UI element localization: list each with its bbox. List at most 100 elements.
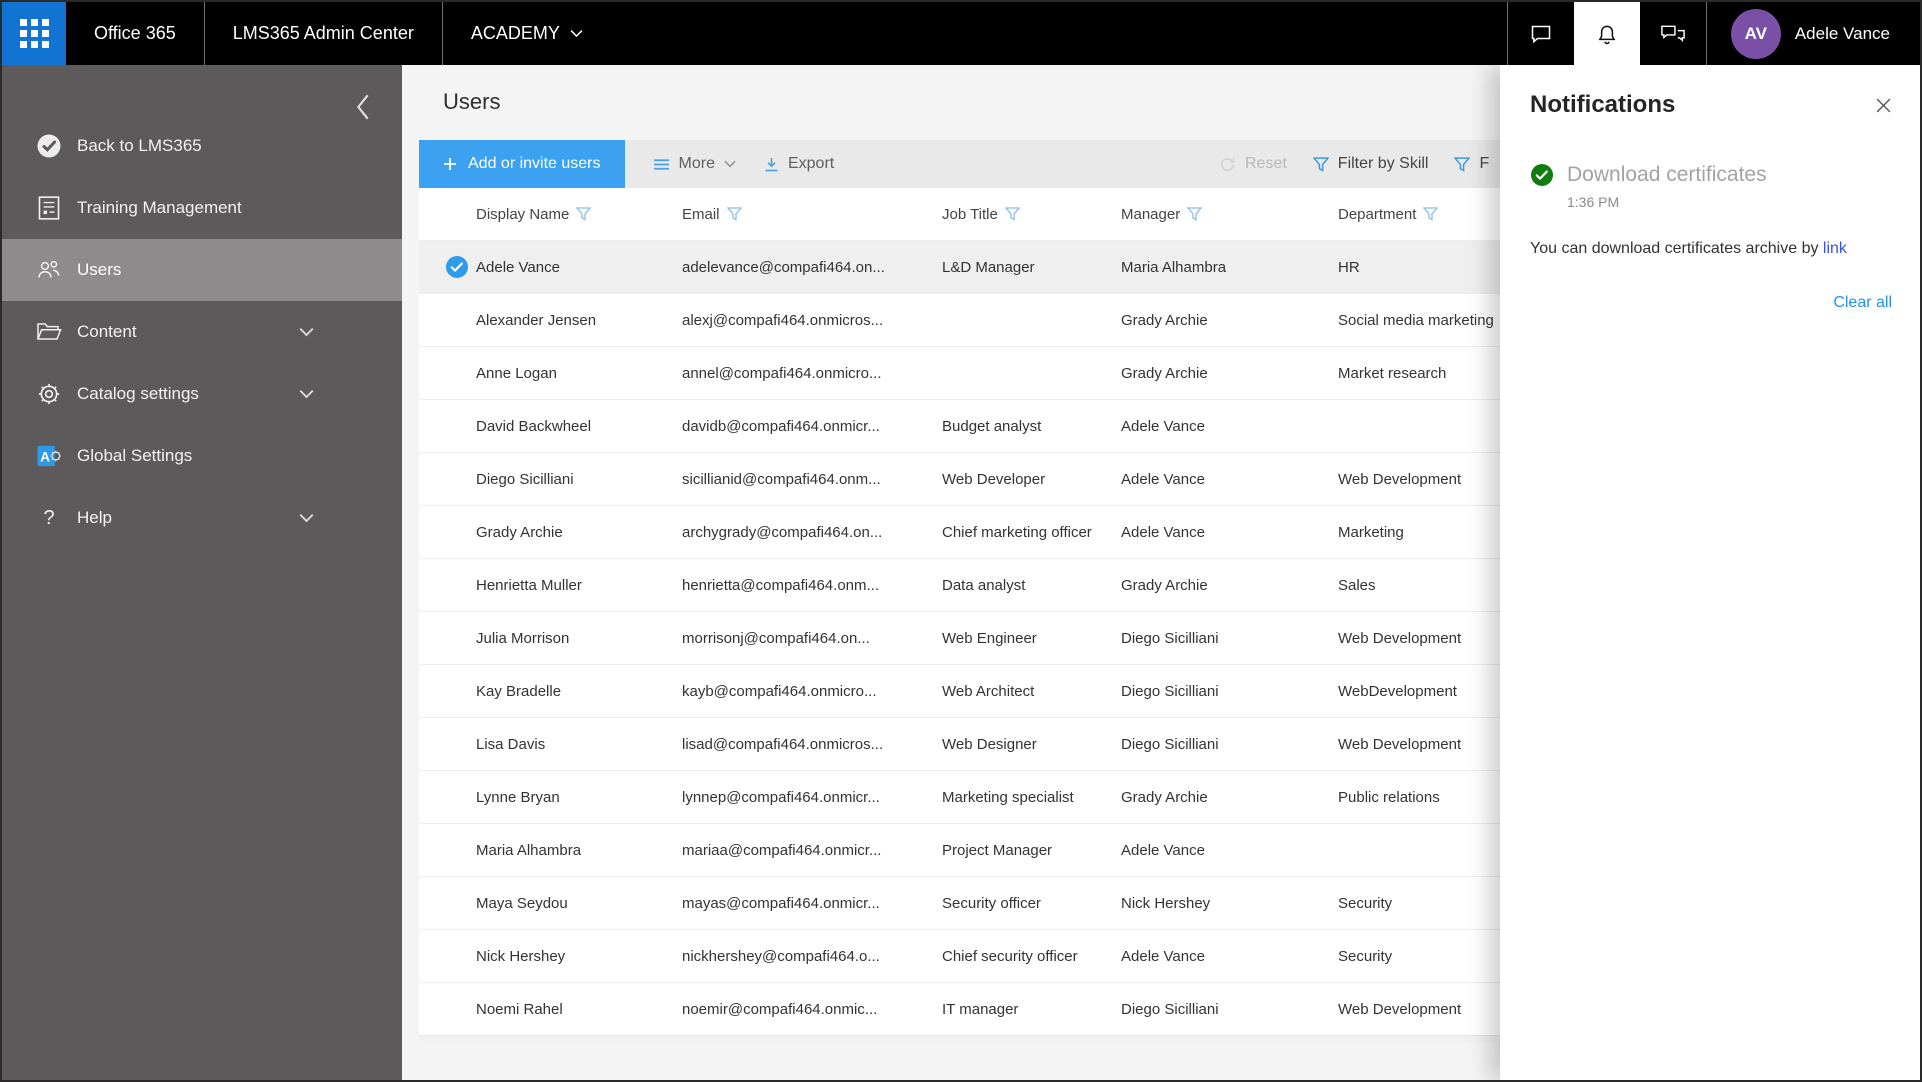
funnel-icon[interactable] [727, 207, 742, 221]
cell-email: henrietta@compafi464.onm... [682, 577, 942, 594]
funnel-icon [1454, 157, 1470, 172]
cell-email: noemir@compafi464.onmic... [682, 1001, 942, 1018]
sidebar-item-catalog-settings[interactable]: Catalog settings [2, 363, 402, 425]
cell-name: Adele Vance [476, 259, 682, 276]
cell-name: Nick Hershey [476, 948, 682, 965]
sidebar: Back to LMS365 Training Management Users Co… [2, 65, 402, 1080]
cell-manager: Diego Sicilliani [1121, 630, 1338, 647]
cell-manager: Nick Hershey [1121, 895, 1338, 912]
cell-email: mariaa@compafi464.onmicr... [682, 842, 942, 859]
cell-manager: Adele Vance [1121, 842, 1338, 859]
topbar-divider [1706, 2, 1707, 65]
add-or-invite-users-button[interactable]: Add or invite users [419, 140, 625, 188]
close-button[interactable] [1875, 97, 1892, 114]
cell-job: Data analyst [942, 577, 1121, 594]
cell-manager: Diego Sicilliani [1121, 736, 1338, 753]
sidebar-item-content[interactable]: Content [2, 301, 402, 363]
selected-check-icon [419, 255, 476, 279]
cell-manager: Diego Sicilliani [1121, 1001, 1338, 1018]
toolbar-right-group: Reset Filter by Skill F [1219, 140, 1489, 188]
user-avatar[interactable]: AV [1731, 9, 1781, 59]
chevron-down-icon[interactable] [299, 327, 314, 337]
column-header-email[interactable]: Email [682, 206, 942, 223]
notification-message: You can download certificates archive by… [1530, 240, 1892, 258]
download-icon [764, 157, 779, 172]
cell-email: mayas@compafi464.onmicr... [682, 895, 942, 912]
lms365-logo-icon [35, 132, 63, 160]
suite-top-bar: Office 365 LMS365 Admin Center ACADEMY A… [2, 2, 1920, 65]
cell-name: Julia Morrison [476, 630, 682, 647]
cell-name: Anne Logan [476, 365, 682, 382]
chevron-down-icon[interactable] [299, 389, 314, 399]
cell-manager: Adele Vance [1121, 948, 1338, 965]
cell-email: annel@compafi464.onmicro... [682, 365, 942, 382]
sidebar-item-label: Help [77, 508, 112, 528]
cell-name: Maya Seydou [476, 895, 682, 912]
cell-job: Marketing specialist [942, 789, 1121, 806]
notification-item: Download certificates 1:36 PM [1530, 163, 1892, 210]
chevron-down-icon[interactable] [299, 513, 314, 523]
environment-label: ACADEMY [471, 23, 560, 44]
more-button[interactable]: More [653, 155, 736, 173]
funnel-icon[interactable] [1187, 207, 1202, 221]
funnel-icon[interactable] [576, 207, 591, 221]
funnel-icon[interactable] [1005, 207, 1020, 221]
cell-manager: Grady Archie [1121, 577, 1338, 594]
column-header-manager[interactable]: Manager [1121, 206, 1338, 223]
gear-icon [35, 380, 63, 408]
notifications-button[interactable] [1574, 2, 1640, 68]
cell-email: lisad@compafi464.onmicros... [682, 736, 942, 753]
cell-email: sicillianid@compafi464.onm... [682, 471, 942, 488]
sidebar-item-help[interactable]: ? Help [2, 487, 402, 549]
cell-manager: Grady Archie [1121, 312, 1338, 329]
refresh-icon [1219, 156, 1236, 173]
sidebar-item-training-management[interactable]: Training Management [2, 177, 402, 239]
sidebar-item-users[interactable]: Users [2, 239, 402, 301]
export-button[interactable]: Export [764, 155, 834, 173]
cell-job: Security officer [942, 895, 1121, 912]
cell-email: adelevance@compafi464.on... [682, 259, 942, 276]
user-name[interactable]: Adele Vance [1795, 2, 1920, 65]
admin-center-link[interactable]: LMS365 Admin Center [205, 2, 442, 65]
clear-all-button[interactable]: Clear all [1833, 294, 1892, 311]
reset-button[interactable]: Reset [1219, 155, 1287, 173]
cell-name: Grady Archie [476, 524, 682, 541]
cell-job: Budget analyst [942, 418, 1121, 435]
app-launcher-button[interactable] [2, 2, 66, 65]
chevron-down-icon [570, 29, 583, 38]
cell-manager: Diego Sicilliani [1121, 683, 1338, 700]
cell-manager: Grady Archie [1121, 365, 1338, 382]
cell-email: archygrady@compafi464.on... [682, 524, 942, 541]
filter-secondary-button[interactable]: F [1454, 155, 1489, 173]
office365-home-link[interactable]: Office 365 [66, 2, 204, 65]
column-header-display-name[interactable]: Display Name [476, 206, 682, 223]
sidebar-item-back-to-lms365[interactable]: Back to LMS365 [2, 115, 402, 177]
notification-title: Download certificates [1567, 163, 1767, 187]
cell-name: Diego Sicilliani [476, 471, 682, 488]
chat-button[interactable] [1508, 2, 1574, 65]
bell-icon [1594, 23, 1620, 47]
column-header-job-title[interactable]: Job Title [942, 206, 1121, 223]
cell-name: Lisa Davis [476, 736, 682, 753]
cell-name: Noemi Rahel [476, 1001, 682, 1018]
cell-job: Web Engineer [942, 630, 1121, 647]
cell-job: Web Designer [942, 736, 1121, 753]
feedback-icon [1660, 22, 1686, 46]
chat-icon [1528, 22, 1554, 46]
sidebar-item-label: Training Management [77, 198, 242, 218]
waffle-icon [20, 19, 49, 48]
global-settings-icon: A [35, 442, 63, 470]
training-management-icon [35, 194, 63, 222]
cell-job: L&D Manager [942, 259, 1121, 276]
sidebar-item-global-settings[interactable]: AGlobal Settings [2, 425, 402, 487]
feedback-button[interactable] [1640, 2, 1706, 65]
funnel-icon[interactable] [1423, 207, 1438, 221]
download-link[interactable]: link [1823, 240, 1847, 257]
notifications-title: Notifications [1530, 91, 1675, 119]
help-icon: ? [35, 504, 63, 532]
filter-by-skill-button[interactable]: Filter by Skill [1313, 155, 1429, 173]
cell-email: lynnep@compafi464.onmicr... [682, 789, 942, 806]
notification-timestamp: 1:36 PM [1567, 194, 1892, 210]
sidebar-item-label: Content [77, 322, 137, 342]
environment-dropdown[interactable]: ACADEMY [443, 2, 611, 65]
